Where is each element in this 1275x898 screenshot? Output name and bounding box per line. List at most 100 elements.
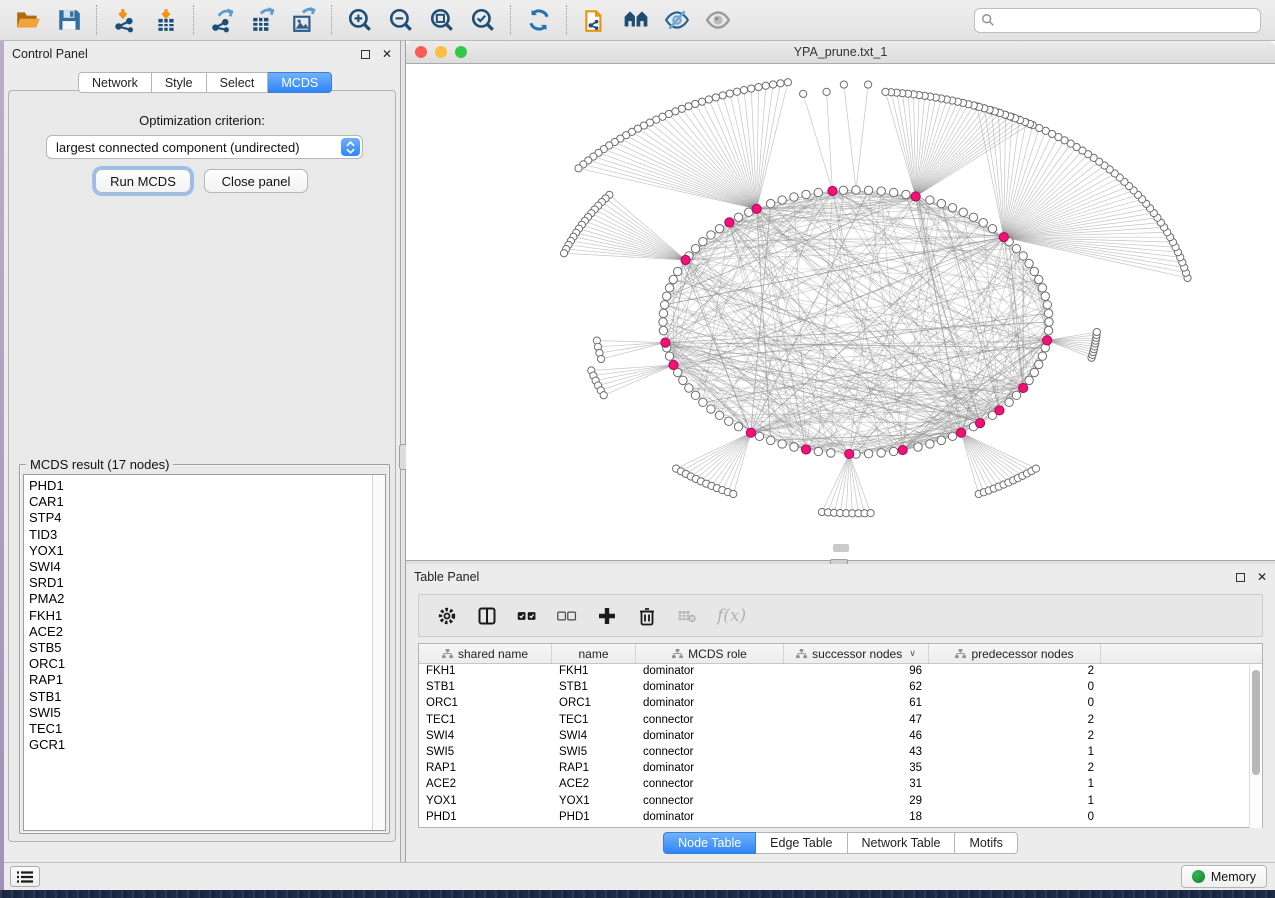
result-node-item[interactable]: SWI4 <box>29 559 385 575</box>
network-node[interactable] <box>1030 368 1038 376</box>
dominator-node[interactable] <box>828 186 837 195</box>
cell-pred[interactable]: 2 <box>929 664 1101 680</box>
dominator-node[interactable] <box>725 218 734 227</box>
network-node[interactable] <box>877 449 885 457</box>
cell-role[interactable]: connector <box>636 794 784 810</box>
column-header-name[interactable]: name <box>552 644 636 663</box>
table-row[interactable]: STB1STB1dominator620 <box>419 680 1262 696</box>
cell-succ[interactable]: 47 <box>784 713 929 729</box>
cell-pred[interactable]: 1 <box>929 745 1101 761</box>
cell-succ[interactable]: 46 <box>784 729 929 745</box>
network-node[interactable] <box>889 447 897 455</box>
result-list-scrollbar[interactable] <box>372 475 385 830</box>
export-network-icon[interactable] <box>208 7 235 34</box>
column-header-shared-name[interactable]: shared name <box>419 644 552 663</box>
cell-role[interactable]: dominator <box>636 696 784 712</box>
cell-shared[interactable]: PHD1 <box>419 810 552 826</box>
dominator-node[interactable] <box>752 204 761 213</box>
network-node[interactable] <box>725 417 733 425</box>
network-node[interactable] <box>685 384 693 392</box>
network-node[interactable] <box>770 81 777 88</box>
show-all-icon[interactable] <box>704 7 731 34</box>
network-node[interactable] <box>733 88 740 95</box>
cell-name[interactable]: ORC1 <box>552 696 636 712</box>
cell-role[interactable]: connector <box>636 777 784 793</box>
cell-role[interactable]: dominator <box>636 761 784 777</box>
network-node[interactable] <box>560 250 567 257</box>
float-panel-icon[interactable] <box>361 50 370 59</box>
tab-edge-table[interactable]: Edge Table <box>756 832 847 854</box>
cell-name[interactable]: YOX1 <box>552 794 636 810</box>
cell-shared[interactable]: YOX1 <box>419 794 552 810</box>
network-node[interactable] <box>1045 318 1053 326</box>
network-node[interactable] <box>734 423 742 431</box>
search-input[interactable] <box>995 9 1260 32</box>
cell-shared[interactable]: ORC1 <box>419 696 552 712</box>
result-node-item[interactable]: CAR1 <box>29 494 385 510</box>
cell-pred[interactable]: 2 <box>929 713 1101 729</box>
zoom-in-icon[interactable] <box>346 7 373 34</box>
network-node[interactable] <box>814 447 822 455</box>
network-node[interactable] <box>659 326 667 334</box>
cell-name[interactable]: SWI5 <box>552 745 636 761</box>
network-node[interactable] <box>777 80 784 87</box>
network-node[interactable] <box>979 219 987 227</box>
network-node[interactable] <box>673 267 681 275</box>
network-from-file-icon[interactable] <box>581 7 608 34</box>
cell-shared[interactable]: SWI5 <box>419 745 552 761</box>
network-node[interactable] <box>663 292 671 300</box>
result-node-item[interactable]: PHD1 <box>29 478 385 494</box>
network-node[interactable] <box>715 224 723 232</box>
network-node[interactable] <box>730 490 737 497</box>
column-header-MCDS-role[interactable]: MCDS role <box>636 644 784 663</box>
network-node[interactable] <box>691 391 699 399</box>
tab-network[interactable]: Network <box>78 72 152 93</box>
network-node[interactable] <box>692 100 699 107</box>
network-node[interactable] <box>839 186 847 194</box>
network-node[interactable] <box>1043 301 1051 309</box>
network-node[interactable] <box>959 208 967 216</box>
network-window-titlebar[interactable]: YPA_prune.txt_1 <box>406 41 1275 64</box>
network-node[interactable] <box>889 188 897 196</box>
cell-shared[interactable]: FKH1 <box>419 664 552 680</box>
show-columns-icon[interactable] <box>477 606 497 626</box>
network-node[interactable] <box>988 224 996 232</box>
network-node[interactable] <box>1032 465 1039 472</box>
network-node[interactable] <box>598 355 605 362</box>
refresh-icon[interactable] <box>525 7 552 34</box>
cell-role[interactable]: dominator <box>636 680 784 696</box>
network-node[interactable] <box>707 405 715 413</box>
table-scrollbar[interactable] <box>1249 665 1262 828</box>
table-row[interactable]: ACE2ACE2connector311 <box>419 777 1262 793</box>
network-node[interactable] <box>679 376 687 384</box>
cell-pred[interactable]: 2 <box>929 761 1101 777</box>
cell-succ[interactable]: 43 <box>784 745 929 761</box>
result-node-item[interactable]: FKH1 <box>29 608 385 624</box>
add-column-icon[interactable] <box>597 606 617 626</box>
table-row[interactable]: PHD1PHD1dominator180 <box>419 810 1262 826</box>
dominator-node[interactable] <box>898 445 907 454</box>
network-node[interactable] <box>1012 244 1020 252</box>
task-history-button[interactable] <box>10 866 40 887</box>
cell-role[interactable]: connector <box>636 713 784 729</box>
network-node[interactable] <box>1035 360 1043 368</box>
network-node[interactable] <box>1012 391 1020 399</box>
table-row[interactable]: FKH1FKH1dominator962 <box>419 664 1262 680</box>
network-node[interactable] <box>852 186 860 194</box>
network-node[interactable] <box>659 318 667 326</box>
network-node[interactable] <box>864 450 872 458</box>
network-node[interactable] <box>1030 267 1038 275</box>
cell-succ[interactable]: 29 <box>784 794 929 810</box>
close-panel-button[interactable]: Close panel <box>204 169 308 193</box>
network-canvas[interactable] <box>406 64 1275 560</box>
table-row[interactable]: TEC1TEC1connector472 <box>419 713 1262 729</box>
network-node[interactable] <box>902 190 910 198</box>
export-table-icon[interactable] <box>249 7 276 34</box>
dominator-node[interactable] <box>1019 383 1028 392</box>
zoom-out-icon[interactable] <box>387 7 414 34</box>
import-network-icon[interactable] <box>111 7 138 34</box>
network-node[interactable] <box>705 96 712 103</box>
network-node[interactable] <box>766 199 774 207</box>
cell-succ[interactable]: 35 <box>784 761 929 777</box>
network-node[interactable] <box>734 213 742 221</box>
